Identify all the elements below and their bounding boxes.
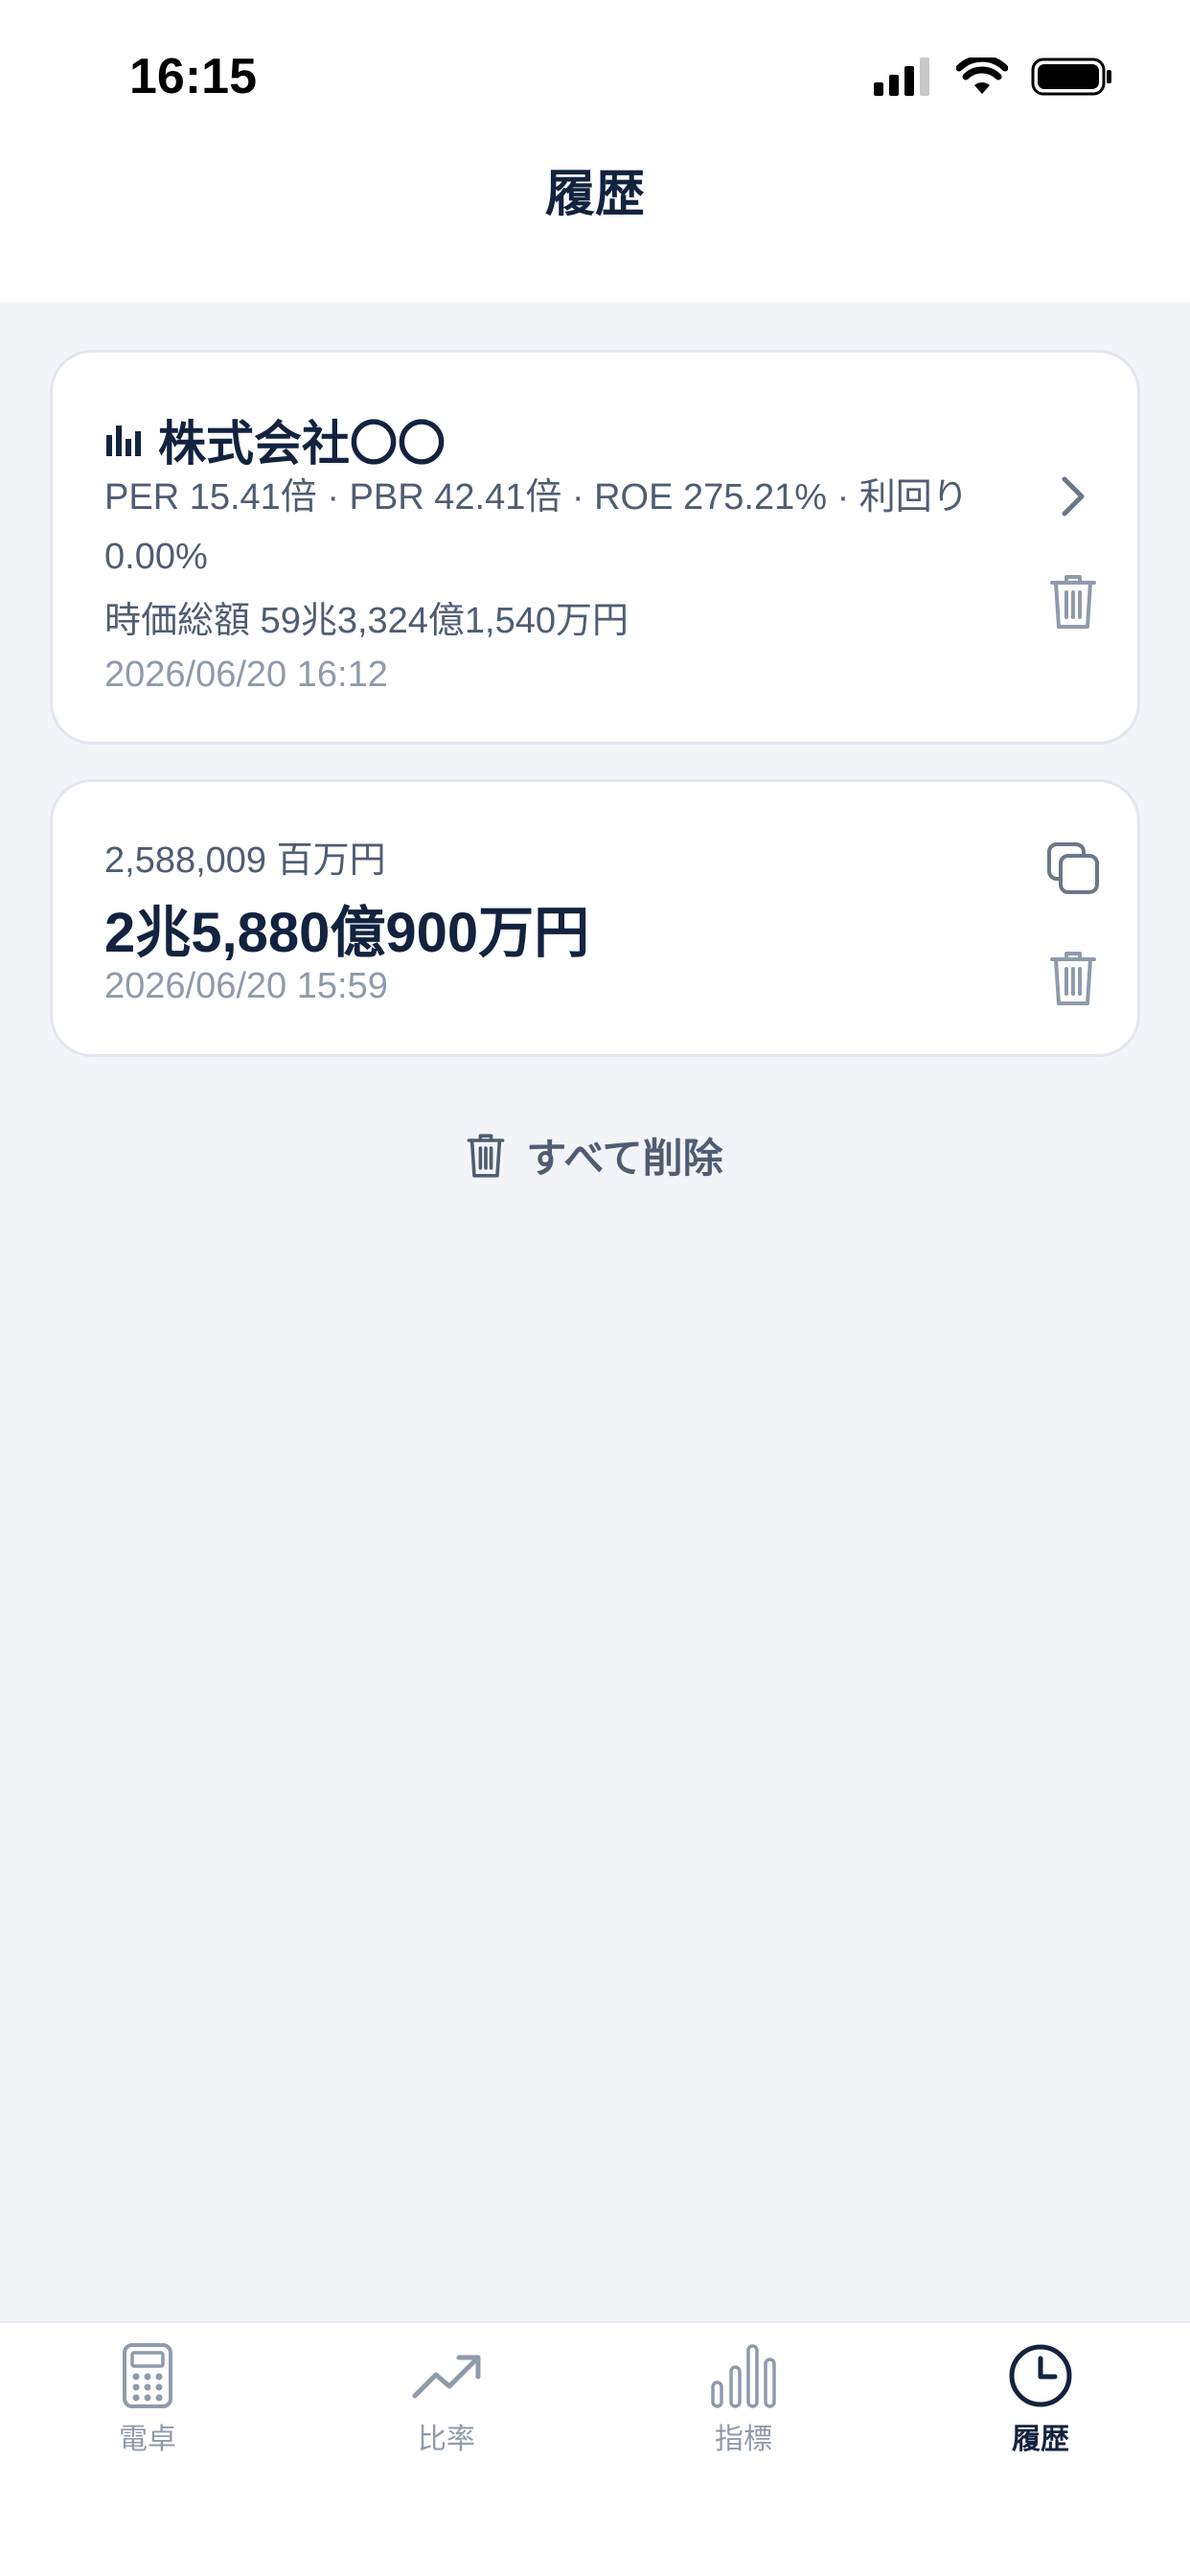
nav-header: 履歴	[0, 153, 1190, 302]
delete-all-button[interactable]: すべて削除	[0, 1126, 1190, 1184]
tab-history[interactable]: 履歴	[945, 2342, 1136, 2457]
metrics-text: PER 15.41倍 · PBR 42.41倍 · ROE 275.21% · …	[104, 477, 969, 577]
trash-icon	[1050, 575, 1096, 629]
tab-bar: 電卓 比率 指標 履歴	[0, 2321, 1190, 2576]
tab-label: 指標	[715, 2424, 772, 2455]
status-time: 16:15	[129, 49, 257, 104]
battery-icon	[1031, 58, 1111, 96]
tab-label: 履歴	[1012, 2424, 1069, 2455]
trend-icon	[412, 2355, 481, 2399]
chevron-right-icon	[1062, 476, 1085, 517]
tab-label: 比率	[418, 2424, 475, 2455]
tab-ratio[interactable]: 比率	[351, 2342, 542, 2457]
tab-calculator[interactable]: 電卓	[52, 2342, 243, 2457]
tab-indicators[interactable]: 指標	[648, 2342, 839, 2457]
card-title: 株式会社〇〇	[104, 405, 446, 474]
trash-icon	[1050, 952, 1096, 1005]
history-card-company[interactable]: 株式会社〇〇 PER 15.41倍 · PBR 42.41倍 · ROE 275…	[50, 350, 1140, 745]
wifi-icon	[956, 58, 1008, 94]
clock-icon	[1009, 2344, 1072, 2407]
bar-chart-icon	[711, 2344, 776, 2408]
status-bar: 16:15	[0, 0, 1190, 153]
delete-item-button[interactable]	[1035, 940, 1111, 1017]
converted-value: 2兆5,880億900万円	[104, 902, 590, 964]
timestamp: 2026/06/20 15:59	[104, 966, 388, 1006]
trash-icon	[467, 1133, 505, 1178]
bar-chart-icon	[106, 426, 141, 456]
delete-item-button[interactable]	[1035, 564, 1111, 640]
tab-label: 電卓	[119, 2424, 176, 2455]
calculator-icon	[123, 2343, 172, 2408]
delete-all-label: すべて削除	[526, 1136, 723, 1181]
market-cap-text: 時価総額 59兆3,324億1,540万円	[104, 601, 629, 641]
input-value: 2,588,009 百万円	[104, 840, 386, 881]
open-detail-button[interactable]	[1040, 463, 1107, 530]
signal-icon	[874, 58, 929, 96]
copy-icon	[1047, 842, 1099, 894]
company-name: 株式会社〇〇	[158, 417, 446, 471]
timestamp: 2026/06/20 16:12	[104, 655, 388, 695]
status-icons	[874, 58, 1113, 96]
copy-button[interactable]	[1035, 830, 1111, 907]
history-card-conversion[interactable]: 2,588,009 百万円 2兆5,880億900万円 2026/06/20 1…	[50, 779, 1140, 1057]
page-title: 履歴	[544, 167, 645, 222]
